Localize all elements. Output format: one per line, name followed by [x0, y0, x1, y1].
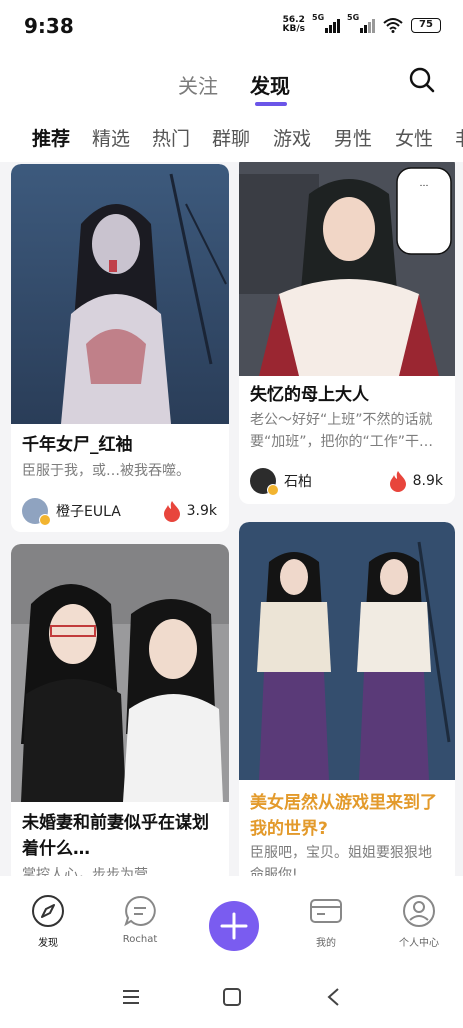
card-title: 美女居然从游戏里来到了我的世界? [250, 793, 437, 839]
nav-label: Rochat [122, 934, 158, 945]
character-card[interactable]: 未婚妻和前妻似乎在谋划着什么… 掌控人心，步步为营 [11, 544, 229, 876]
network-speed: 56.2 KB/s [283, 16, 305, 34]
card-description: 掌控人心，步步为营 [22, 867, 148, 876]
category-tab[interactable]: 男性 [334, 124, 372, 151]
tab-discover[interactable]: 发现 [250, 70, 290, 99]
card-description: 老公～好好“上班”不然的话就要“加班”，把你的“工作”干… [250, 412, 434, 450]
sim1-label: 5G [312, 13, 325, 22]
category-tab[interactable]: 非 [455, 124, 463, 151]
status-indicators: 56.2 KB/s 5G 5G 75 [283, 13, 441, 34]
card-title: 千年女尸_红袖 [22, 435, 133, 455]
flame-icon [389, 471, 406, 492]
network-speed-unit: KB/s [282, 24, 305, 34]
wifi-icon [383, 18, 403, 33]
card-likes: 3.9k [163, 500, 217, 522]
top-nav: 关注 发现 [0, 56, 463, 112]
back-icon[interactable] [324, 988, 344, 1006]
tab-follow[interactable]: 关注 [178, 70, 218, 99]
card-author[interactable]: 橙子EULA [22, 498, 121, 526]
avatar [250, 468, 279, 496]
menu-icon[interactable] [121, 988, 141, 1006]
category-tab[interactable]: 群聊 [212, 124, 250, 151]
card-cover-image: … [239, 162, 455, 376]
active-tab-indicator [255, 102, 287, 106]
verified-badge-icon [267, 484, 279, 496]
nav-label: 我的 [316, 938, 336, 949]
card-likes: 8.9k [389, 470, 443, 492]
chat-bubble-icon [124, 895, 156, 927]
feed: 千年女尸_红袖 臣服于我，或…被我吞噬。 橙子EULA 3.9k … 失忆的母上… [0, 162, 463, 876]
nav-rochat[interactable]: Rochat [100, 894, 180, 945]
card-cover-image [11, 164, 229, 424]
category-tab[interactable]: 精选 [92, 124, 130, 151]
create-button[interactable] [209, 901, 259, 951]
avatar [22, 498, 51, 526]
character-card[interactable]: … 失忆的母上大人 老公～好好“上班”不然的话就要“加班”，把你的“工作”干… … [239, 162, 455, 504]
nav-mine[interactable]: 我的 [286, 894, 366, 949]
wallet-icon [310, 899, 342, 923]
nav-label: 个人中心 [399, 938, 439, 949]
signal-sim2-icon: 5G [347, 13, 375, 33]
home-icon[interactable] [222, 988, 242, 1006]
nav-profile[interactable]: 个人中心 [379, 894, 459, 949]
card-author[interactable]: 石柏 [250, 468, 312, 496]
bottom-nav: 发现 Rochat 我的 个人中心 [0, 876, 463, 966]
character-card[interactable]: 千年女尸_红袖 臣服于我，或…被我吞噬。 橙子EULA 3.9k [11, 164, 229, 532]
likes-count: 8.9k [412, 473, 443, 489]
card-cover-image [11, 544, 229, 802]
system-nav-bar [0, 966, 463, 1028]
status-bar: 9:38 56.2 KB/s 5G 5G 75 [0, 0, 463, 56]
author-name: 橙子EULA [56, 504, 121, 520]
author-name: 石柏 [284, 474, 312, 490]
speech-bubble-text: … [420, 179, 429, 189]
compass-icon [32, 895, 64, 927]
category-tab[interactable]: 游戏 [273, 124, 311, 151]
person-icon [403, 895, 435, 927]
card-description: 臣服吧，宝贝。姐姐要狠狠地命服你! [250, 845, 432, 876]
status-time: 9:38 [24, 14, 74, 38]
card-cover-image [239, 522, 455, 780]
search-icon[interactable] [407, 65, 437, 95]
verified-badge-icon [39, 514, 51, 526]
card-title: 未婚妻和前妻似乎在谋划着什么… [22, 813, 209, 859]
category-tab[interactable]: 推荐 [32, 124, 70, 151]
plus-icon [220, 912, 248, 940]
nav-label: 发现 [38, 938, 58, 949]
card-title: 失忆的母上大人 [250, 385, 369, 405]
category-tab[interactable]: 女性 [395, 124, 433, 151]
category-tab[interactable]: 热门 [152, 124, 190, 151]
flame-icon [163, 501, 180, 522]
nav-discover[interactable]: 发现 [8, 894, 88, 949]
battery-icon: 75 [411, 17, 441, 33]
likes-count: 3.9k [186, 503, 217, 519]
card-description: 臣服于我，或…被我吞噬。 [22, 463, 190, 479]
character-card[interactable]: 美女居然从游戏里来到了我的世界? 臣服吧，宝贝。姐姐要狠狠地命服你! [239, 522, 455, 876]
sim2-label: 5G [347, 13, 360, 22]
app-root: 9:38 56.2 KB/s 5G 5G 75 关注 发现 推荐 精选 热门 群… [0, 0, 463, 1028]
category-bar: 推荐 精选 热门 群聊 游戏 男性 女性 非 [0, 112, 463, 162]
signal-sim1-icon: 5G [312, 13, 340, 33]
